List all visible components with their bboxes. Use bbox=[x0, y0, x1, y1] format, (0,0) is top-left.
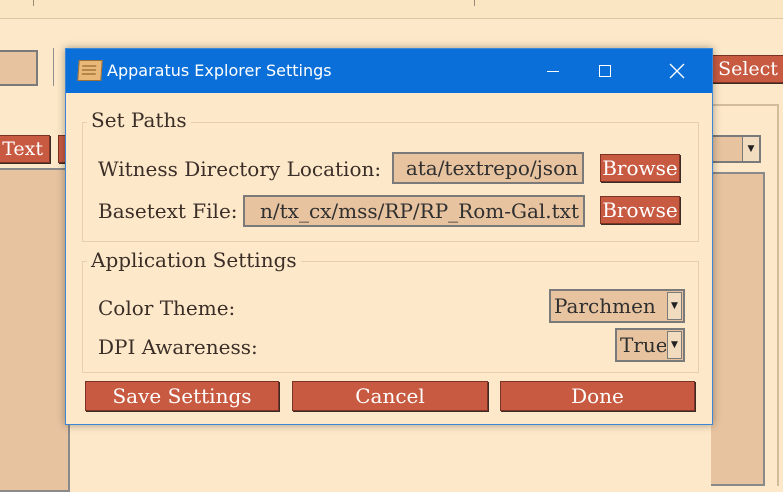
cancel-label: Cancel bbox=[355, 384, 425, 408]
toolbar-separator bbox=[53, 48, 54, 86]
close-button[interactable] bbox=[654, 49, 700, 93]
dialog-title: Apparatus Explorer Settings bbox=[107, 61, 332, 80]
witness-directory-input[interactable]: ata/textrepo/json bbox=[392, 152, 584, 184]
text-button[interactable]: Text bbox=[0, 135, 50, 163]
dpi-awareness-dropdown[interactable]: True ▼ bbox=[615, 328, 685, 362]
settings-dialog: Apparatus Explorer Settings Set Paths Wi… bbox=[65, 48, 713, 425]
color-theme-label: Color Theme: bbox=[98, 296, 236, 320]
dpi-awareness-value: True bbox=[620, 333, 666, 357]
background-right-panel bbox=[711, 172, 765, 486]
application-settings-title: Application Settings bbox=[87, 248, 301, 272]
browse-basetext-button[interactable]: Browse bbox=[600, 196, 680, 224]
color-theme-value: Parchmen bbox=[554, 294, 656, 318]
dialog-titlebar[interactable]: Apparatus Explorer Settings bbox=[66, 49, 712, 93]
save-settings-label: Save Settings bbox=[112, 384, 252, 408]
minimize-button[interactable] bbox=[530, 49, 576, 93]
set-paths-title: Set Paths bbox=[87, 108, 191, 132]
chevron-down-icon[interactable]: ▼ bbox=[667, 292, 682, 320]
menu-separator bbox=[474, 0, 475, 6]
close-icon bbox=[669, 63, 685, 79]
select-button-label: Select bbox=[718, 58, 778, 80]
witness-directory-value: ata/textrepo/json bbox=[405, 156, 578, 180]
done-label: Done bbox=[571, 384, 624, 408]
browse-witness-button[interactable]: Browse bbox=[600, 154, 680, 182]
parchment-icon bbox=[77, 60, 103, 81]
cancel-button[interactable]: Cancel bbox=[292, 381, 488, 411]
background-input-field[interactable] bbox=[0, 50, 38, 86]
background-left-panel bbox=[0, 168, 70, 492]
select-button[interactable]: Select bbox=[711, 55, 783, 83]
menu-separator bbox=[33, 0, 34, 6]
browse-witness-label: Browse bbox=[602, 156, 678, 180]
minimize-icon bbox=[547, 70, 559, 72]
basetext-file-value: n/tx_cx/mss/RP/RP_Rom-Gal.txt bbox=[260, 199, 579, 223]
dpi-awareness-label: DPI Awareness: bbox=[98, 335, 258, 359]
text-button-label: Text bbox=[2, 138, 43, 160]
done-button[interactable]: Done bbox=[500, 381, 695, 411]
witness-directory-label: Witness Directory Location: bbox=[98, 157, 382, 181]
save-settings-button[interactable]: Save Settings bbox=[85, 381, 279, 411]
maximize-button[interactable] bbox=[582, 49, 628, 93]
chevron-down-icon[interactable]: ▼ bbox=[667, 331, 682, 359]
maximize-icon bbox=[599, 65, 611, 77]
menu-bar bbox=[0, 0, 783, 19]
basetext-file-label: Basetext File: bbox=[98, 199, 238, 223]
browse-basetext-label: Browse bbox=[602, 198, 678, 222]
basetext-file-input[interactable]: n/tx_cx/mss/RP/RP_Rom-Gal.txt bbox=[243, 195, 585, 227]
color-theme-dropdown[interactable]: Parchmen ▼ bbox=[549, 289, 685, 323]
